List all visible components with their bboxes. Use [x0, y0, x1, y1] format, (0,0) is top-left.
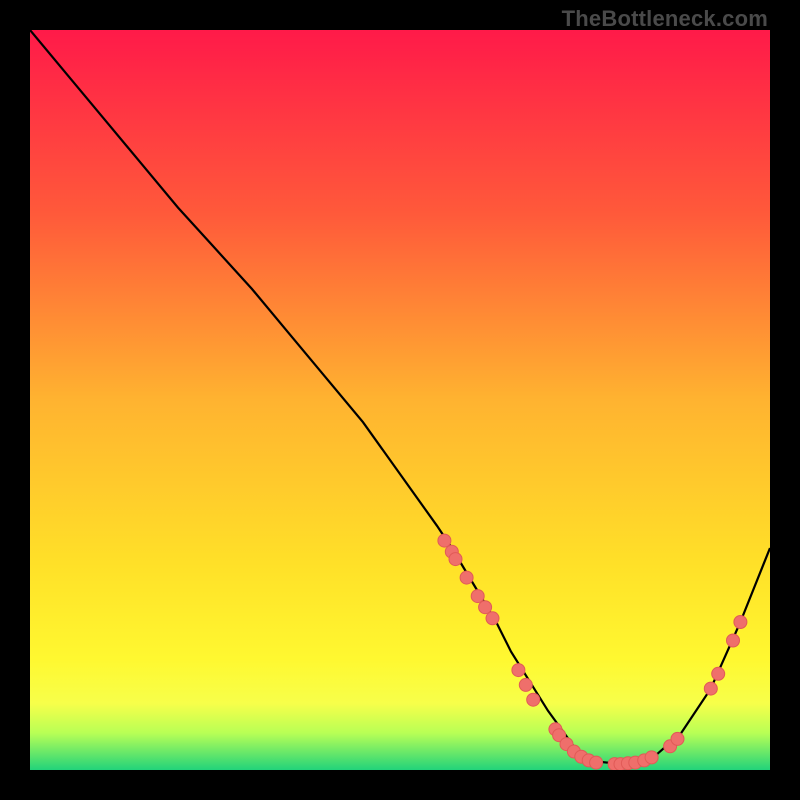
plot-area	[30, 30, 770, 770]
curve-marker	[438, 534, 451, 547]
chart-root: TheBottleneck.com	[0, 0, 800, 800]
curve-marker	[727, 634, 740, 647]
gradient-background	[30, 30, 770, 770]
curve-marker	[645, 751, 658, 764]
curve-marker	[671, 732, 684, 745]
curve-marker	[460, 571, 473, 584]
curve-marker	[734, 616, 747, 629]
curve-marker	[486, 612, 499, 625]
curve-marker	[512, 664, 525, 677]
curve-marker	[479, 601, 492, 614]
curve-marker	[712, 667, 725, 680]
watermark-text: TheBottleneck.com	[562, 6, 768, 32]
curve-marker	[471, 590, 484, 603]
chart-svg	[30, 30, 770, 770]
curve-marker	[704, 682, 717, 695]
curve-marker	[519, 678, 532, 691]
curve-marker	[590, 756, 603, 769]
curve-marker	[527, 693, 540, 706]
curve-marker	[449, 553, 462, 566]
